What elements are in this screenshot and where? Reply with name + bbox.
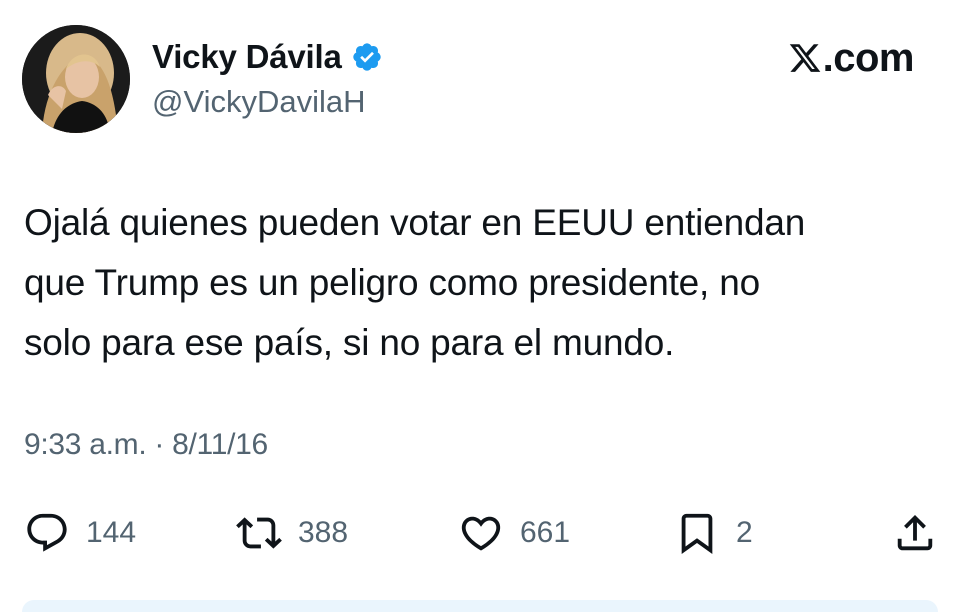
tweet-text: Ojalá quienes pueden votar en EEUU entie… xyxy=(24,193,924,373)
timestamp[interactable]: 9:33 a.m. · 8/11/16 xyxy=(24,428,268,462)
share-button[interactable] xyxy=(892,508,938,558)
tweet-line: Ojalá quienes pueden votar en EEUU entie… xyxy=(24,202,806,243)
tweet-date: 8/11/16 xyxy=(172,428,268,461)
retweet-icon xyxy=(236,510,282,556)
heart-icon xyxy=(458,510,504,556)
reply-icon xyxy=(24,510,70,556)
brand-logo: .com xyxy=(788,35,915,80)
reply-count: 144 xyxy=(86,516,137,549)
author-handle[interactable]: @VickyDavilaH xyxy=(152,84,366,120)
tweet-line: que Trump es un peligro como presidente,… xyxy=(24,262,760,303)
reply-button[interactable]: 144 xyxy=(24,508,136,558)
share-icon xyxy=(892,510,938,556)
bookmark-count: 2 xyxy=(736,516,753,549)
tweet-card: Vicky Dávila @VickyDavilaH .com Ojalá qu… xyxy=(0,0,960,612)
timestamp-separator: · xyxy=(146,428,173,461)
bookmark-icon xyxy=(674,510,720,556)
x-logo-icon xyxy=(788,41,822,75)
avatar[interactable] xyxy=(22,25,130,133)
author-name-row: Vicky Dávila xyxy=(152,36,383,78)
verified-badge-icon xyxy=(351,41,383,73)
action-bar: 144 388 661 2 xyxy=(24,508,940,558)
like-count: 661 xyxy=(520,516,571,549)
like-button[interactable]: 661 xyxy=(458,508,570,558)
tweet-line: solo para ese país, si no para el mundo. xyxy=(24,322,675,363)
retweet-button[interactable]: 388 xyxy=(236,508,348,558)
bookmark-button[interactable]: 2 xyxy=(674,508,753,558)
avatar-image xyxy=(22,25,130,133)
tweet-time: 9:33 a.m. xyxy=(24,428,147,461)
author-name[interactable]: Vicky Dávila xyxy=(152,38,342,76)
retweet-count: 388 xyxy=(298,516,349,549)
bottom-divider xyxy=(22,600,938,612)
brand-text: .com xyxy=(822,35,915,80)
